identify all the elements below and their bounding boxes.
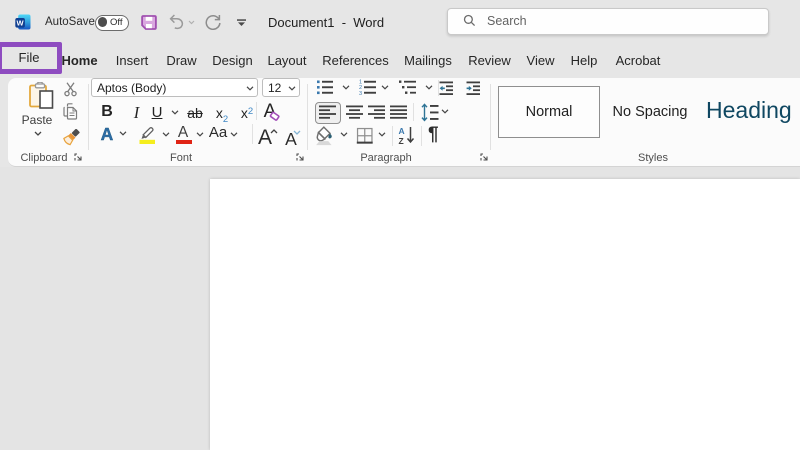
svg-text:W: W [17,18,25,27]
svg-text:A: A [399,126,405,136]
svg-text:3: 3 [359,91,362,95]
svg-text:Z: Z [399,136,404,145]
